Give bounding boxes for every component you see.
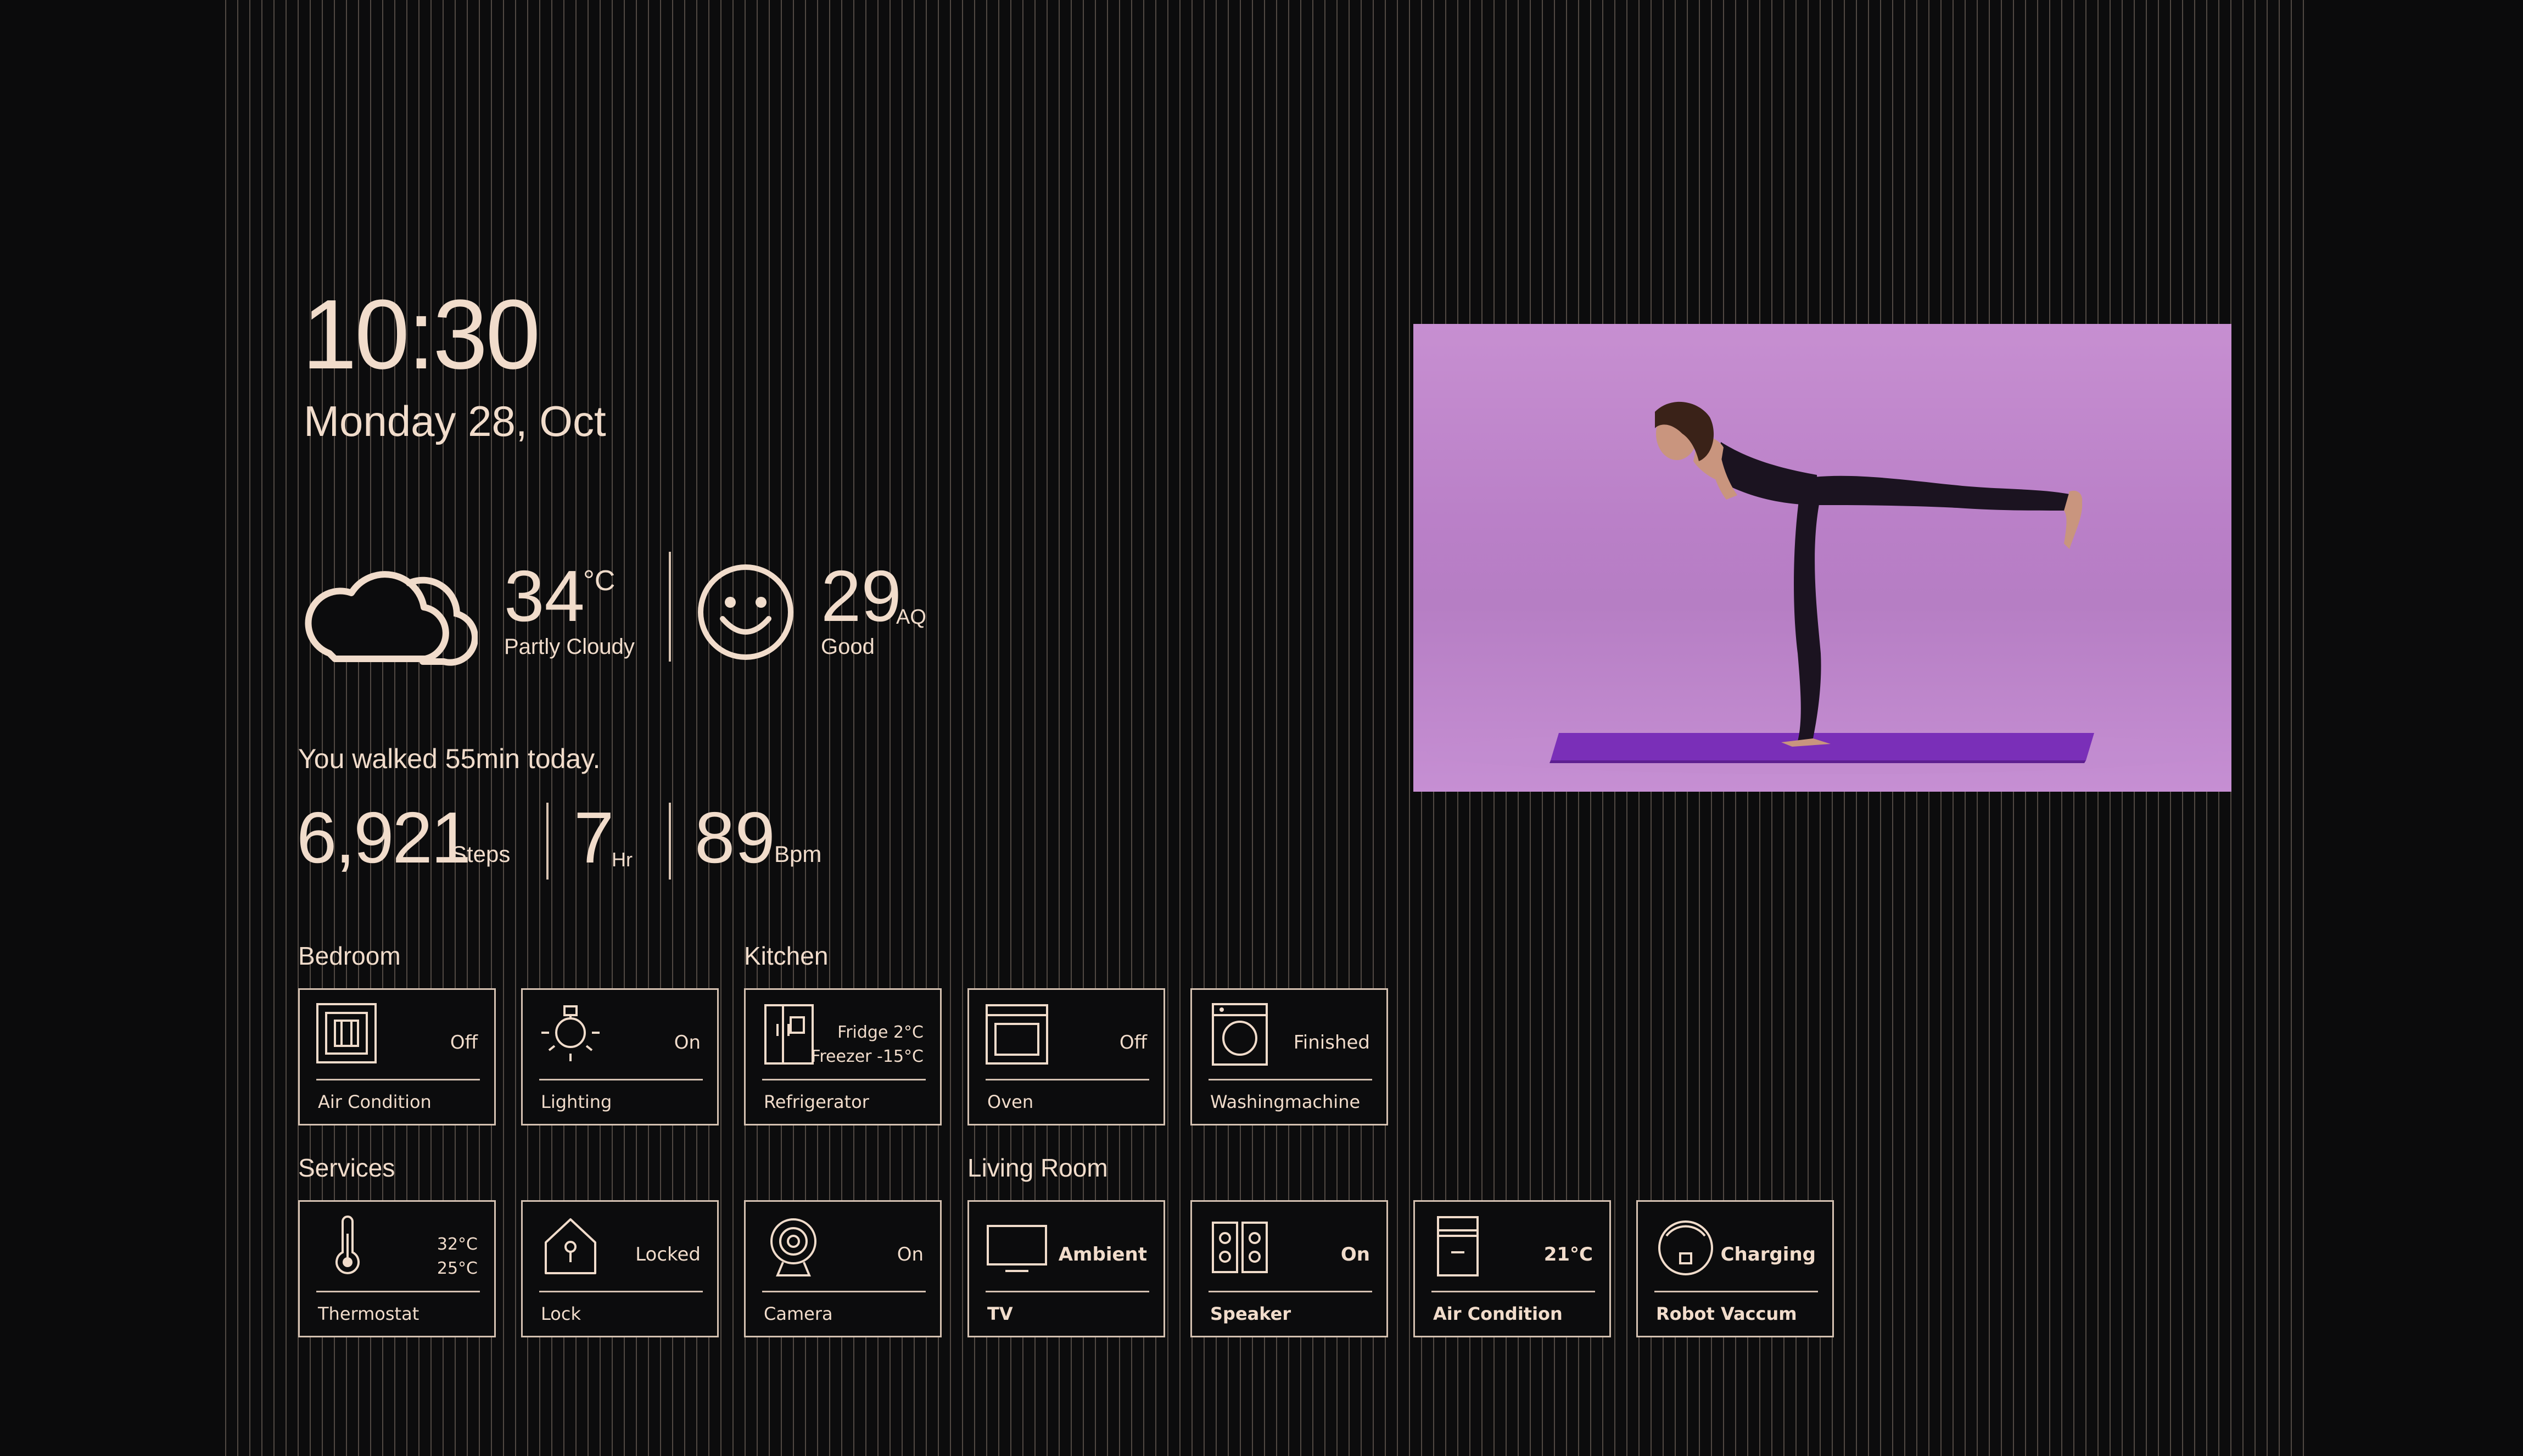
tile-name: Lighting [541, 1091, 612, 1112]
tile-divider [1209, 1079, 1372, 1080]
current-temp: 32°C [437, 1235, 478, 1254]
tile-washingmachine[interactable]: Finished Washingmachine [1190, 988, 1388, 1125]
clock-date: Monday 28, Oct [304, 397, 606, 445]
section-services: Services [298, 1153, 395, 1182]
tile-name: TV [987, 1303, 1013, 1324]
tile-speaker[interactable]: On Speaker [1190, 1200, 1388, 1337]
tile-divider [986, 1291, 1149, 1292]
tile-oven[interactable]: Off Oven [967, 988, 1165, 1125]
tile-robot-vacuum[interactable]: Charging Robot Vaccum [1636, 1200, 1834, 1337]
hours-value: 7 [574, 797, 614, 878]
bpm-unit: Bpm [774, 841, 822, 867]
tile-status: On [1340, 1244, 1370, 1265]
tile-status: Fridge 2°C Freezer -15°C [811, 1021, 924, 1069]
weather-condition: Partly Cloudy [504, 635, 635, 659]
tile-name: Camera [764, 1303, 833, 1324]
camera-icon [770, 1218, 816, 1276]
air-conditioner-icon [316, 1003, 377, 1063]
clock-time: 10:30 [302, 279, 540, 390]
section-living-room: Living Room [967, 1153, 1108, 1182]
section-bedroom: Bedroom [298, 942, 401, 970]
tile-tv[interactable]: Ambient TV [967, 1200, 1165, 1337]
speaker-icon [1212, 1222, 1268, 1273]
tile-status: On [897, 1244, 924, 1265]
tile-status: Charging [1720, 1244, 1816, 1265]
activity-summary: You walked 55min today. [298, 743, 601, 774]
tile-refrigerator[interactable]: Fridge 2°C Freezer -15°C Refrigerator [744, 988, 942, 1125]
divider [546, 803, 549, 880]
tile-thermostat[interactable]: 32°C 25°C Thermostat [298, 1200, 496, 1337]
steps-value: 6,921 [297, 797, 471, 878]
hours-unit: Hr [612, 848, 633, 871]
tile-status: 32°C 25°C [437, 1233, 478, 1281]
tile-name: Air Condition [318, 1091, 432, 1112]
tile-name: Thermostat [318, 1303, 419, 1324]
tile-lighting[interactable]: On Lighting [521, 988, 719, 1125]
tile-divider [762, 1079, 926, 1080]
robot-vacuum-icon [1658, 1220, 1713, 1275]
tile-name: Refrigerator [764, 1091, 869, 1112]
air-quality-status: Good [821, 635, 875, 659]
tile-status: Off [1119, 1032, 1147, 1054]
air-conditioner-icon [1437, 1216, 1479, 1276]
tile-name: Lock [541, 1303, 581, 1324]
air-quality-value: 29 [821, 556, 902, 636]
tile-name: Speaker [1210, 1303, 1291, 1324]
tile-name: Air Condition [1433, 1303, 1563, 1324]
divider [669, 552, 671, 662]
lightbulb-icon [541, 1005, 600, 1061]
air-quality-unit: AQ [896, 606, 926, 629]
yoga-video-thumbnail[interactable] [1413, 324, 2231, 792]
steps-unit: Steps [451, 841, 511, 867]
section-kitchen: Kitchen [744, 942, 829, 970]
tile-divider [316, 1291, 480, 1292]
weather-temperature: 34 [504, 556, 585, 636]
tile-divider [762, 1291, 926, 1292]
tile-name: Oven [987, 1091, 1034, 1112]
tile-divider [316, 1079, 480, 1080]
fridge-temp: Fridge 2°C [837, 1023, 924, 1042]
tile-divider [1209, 1291, 1372, 1292]
tile-divider [986, 1079, 1149, 1080]
tile-name: Robot Vaccum [1656, 1303, 1797, 1324]
smiley-icon [698, 564, 793, 660]
home-lock-icon [545, 1218, 596, 1274]
tile-divider [539, 1291, 703, 1292]
tv-icon [987, 1225, 1047, 1272]
tile-bedroom-air-condition[interactable]: Off Air Condition [298, 988, 496, 1125]
yoga-figure-illustration [1427, 401, 2218, 774]
tile-status: On [674, 1032, 701, 1054]
divider [669, 803, 671, 880]
tile-status: Ambient [1058, 1244, 1147, 1265]
oven-icon [986, 1004, 1048, 1065]
tile-divider [1654, 1291, 1818, 1292]
tile-status: 21°C [1543, 1244, 1593, 1265]
tile-status: Off [450, 1032, 478, 1054]
tile-camera[interactable]: On Camera [744, 1200, 942, 1337]
tile-divider [1431, 1291, 1595, 1292]
washing-machine-icon [1212, 1003, 1268, 1066]
thermometer-icon [335, 1216, 360, 1274]
target-temp: 25°C [437, 1259, 478, 1278]
tile-living-air-condition[interactable]: 21°C Air Condition [1413, 1200, 1611, 1337]
temperature-unit: °C [583, 565, 616, 597]
tile-lock[interactable]: Locked Lock [521, 1200, 719, 1337]
tile-status: Finished [1293, 1032, 1370, 1054]
cloud-icon [305, 571, 478, 666]
tile-divider [539, 1079, 703, 1080]
tile-status: Locked [635, 1244, 701, 1265]
bpm-value: 89 [695, 797, 775, 878]
tile-name: Washingmachine [1210, 1091, 1361, 1112]
freezer-temp: Freezer -15°C [811, 1047, 924, 1066]
